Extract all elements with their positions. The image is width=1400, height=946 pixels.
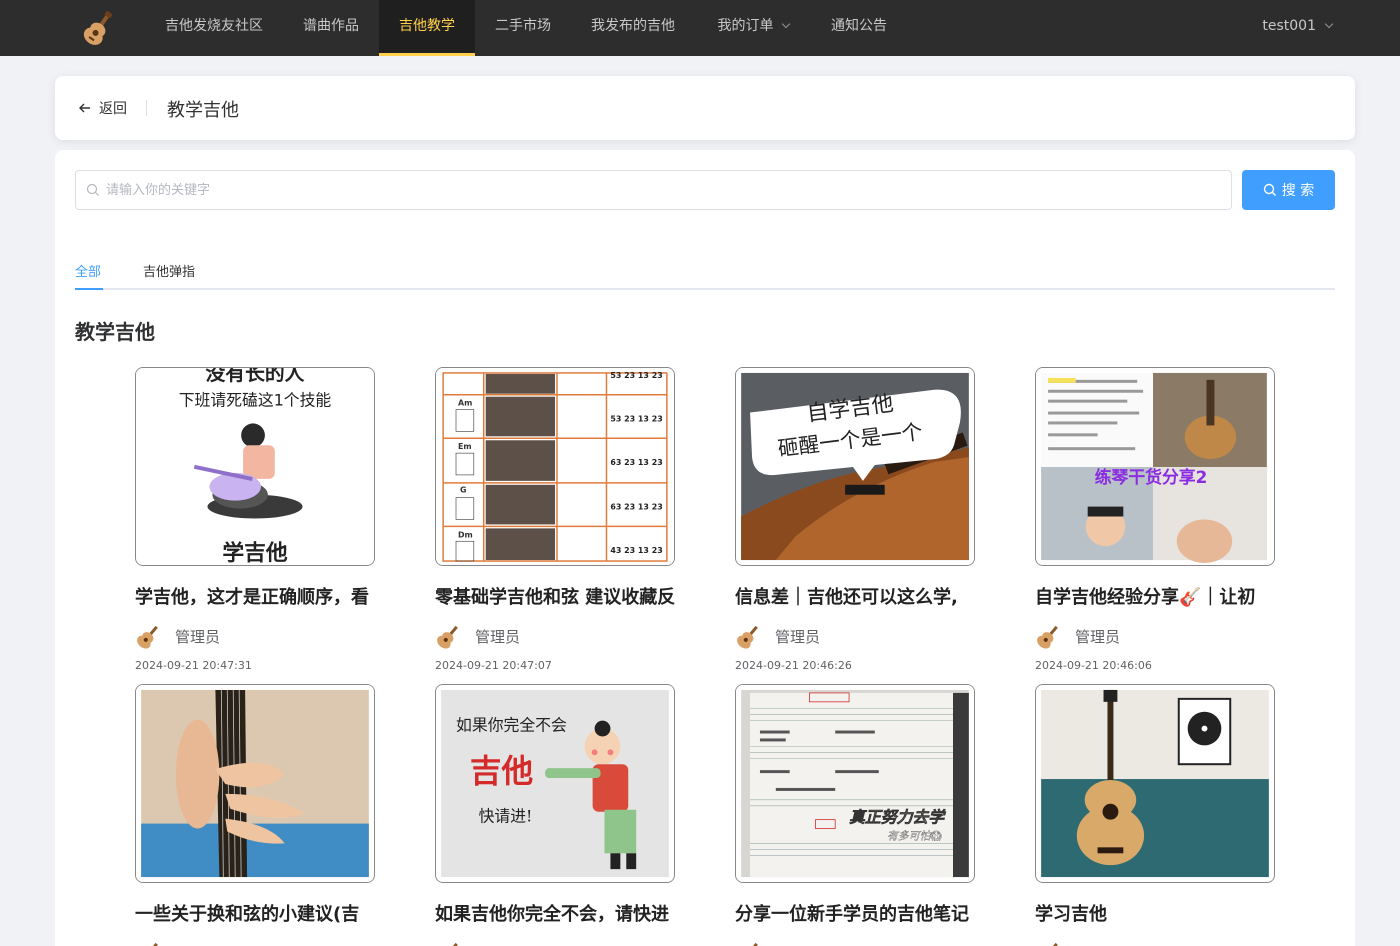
author-name: 管理员	[1075, 627, 1121, 646]
post-thumbnail[interactable]: 自学吉他 砸醒一个是一个	[735, 367, 975, 566]
chevron-down-icon	[1324, 19, 1334, 29]
post-date: 2024-09-21 20:47:07	[435, 659, 552, 672]
guitar-avatar-icon	[137, 625, 158, 649]
post-thumbnail[interactable]: 练琴干货分享2	[1035, 367, 1275, 566]
nav-item-second-hand-market[interactable]: 二手市场	[475, 0, 571, 56]
guitar-logo-icon[interactable]	[80, 9, 118, 47]
post-author	[735, 940, 775, 946]
nav-item-my-guitars[interactable]: 我发布的吉他	[571, 0, 695, 56]
search-input[interactable]	[106, 171, 1206, 209]
svg-text:吉他: 吉他	[470, 754, 534, 790]
svg-text:练琴干货分享2: 练琴干货分享2	[1095, 467, 1208, 487]
divider	[146, 100, 147, 116]
svg-text:Em: Em	[458, 442, 472, 451]
user-menu[interactable]: test001	[1262, 0, 1334, 56]
svg-text:如果你完全不会: 如果你完全不会	[456, 716, 567, 735]
svg-text:真正努力去学: 真正努力去学	[849, 808, 946, 827]
post-title[interactable]: 如果吉他你完全不会，请快进	[435, 900, 675, 926]
post-thumbnail[interactable]: 没有长的人 下班请死磕这1个技能 学吉他	[135, 367, 375, 566]
section-title: 教学吉他	[75, 320, 155, 344]
search-icon	[86, 183, 99, 196]
post-author	[135, 940, 175, 946]
nav-item-guitar-teaching[interactable]: 吉他教学	[379, 0, 475, 56]
tab-all[interactable]: 全部	[75, 261, 101, 280]
post-date: 2024-09-21 20:46:26	[735, 659, 852, 672]
post-title[interactable]: 零基础学吉他和弦 建议收藏反	[435, 583, 675, 609]
author-name: 管理员	[475, 627, 521, 646]
svg-text:63 23 13 23: 63 23 13 23	[610, 503, 662, 512]
svg-text:G: G	[460, 486, 467, 495]
guitar-avatar-icon	[447, 942, 458, 946]
post-author	[1035, 940, 1075, 946]
nav-item-my-orders[interactable]: 我的订单	[695, 0, 811, 56]
guitar-avatar-icon	[437, 625, 458, 649]
post-title[interactable]: 学习吉他	[1035, 900, 1275, 926]
post-author: 管理员	[135, 623, 220, 649]
search-button[interactable]: 搜 索	[1242, 170, 1335, 210]
post-thumbnail[interactable]	[135, 684, 375, 883]
nav-item-community[interactable]: 吉他发烧友社区	[145, 0, 283, 56]
svg-text:63 23 13 23: 63 23 13 23	[610, 458, 662, 467]
post-thumbnail[interactable]: 如果你完全不会 吉他 快请进!	[435, 684, 675, 883]
post-title[interactable]: 分享一位新手学员的吉他笔记	[735, 900, 975, 926]
svg-text:Dm: Dm	[458, 530, 473, 539]
chevron-down-icon	[781, 19, 790, 29]
svg-text:53 23 13 23: 53 23 13 23	[610, 371, 662, 380]
post-date: 2024-09-21 20:46:06	[1035, 659, 1152, 672]
post-author: 管理员	[1035, 623, 1120, 649]
top-navbar: 吉他发烧友社区 谱曲作品 吉他教学 二手市场 我发布的吉他 我的订单 通知公告 …	[0, 0, 1400, 56]
search-icon	[1263, 183, 1276, 196]
tab-guitar-fingerstyle[interactable]: 吉他弹指	[143, 261, 195, 280]
post-date: 2024-09-21 20:47:31	[135, 659, 252, 672]
post-title[interactable]: 自学吉他经验分享🎸｜让初	[1035, 583, 1275, 609]
back-label: 返回	[99, 101, 127, 117]
guitar-avatar-icon	[747, 942, 758, 946]
svg-text:没有长的人: 没有长的人	[206, 368, 305, 385]
search-button-label: 搜 索	[1281, 183, 1315, 199]
post-author: 管理员	[435, 623, 520, 649]
post-thumbnail[interactable]	[1035, 684, 1275, 883]
post-title[interactable]: 信息差｜吉他还可以这么学,	[735, 583, 975, 609]
search-field[interactable]	[75, 170, 1232, 210]
post-author: 管理员	[735, 623, 820, 649]
svg-text:53 23 13 23: 53 23 13 23	[610, 414, 662, 423]
category-tabs: 全部 吉他弹指	[75, 250, 1335, 290]
back-button[interactable]: 返回	[77, 98, 127, 118]
guitar-avatar-icon	[1047, 942, 1058, 946]
active-tab-indicator	[75, 288, 103, 290]
post-title[interactable]: 一些关于换和弦的小建议(吉	[135, 900, 375, 926]
author-name: 管理员	[175, 627, 221, 646]
guitar-avatar-icon	[737, 625, 758, 649]
guitar-avatar-icon	[147, 942, 158, 946]
svg-text:Am: Am	[458, 399, 472, 408]
svg-text:快请进!: 快请进!	[479, 807, 533, 826]
post-title[interactable]: 学吉他，这才是正确顺序，看	[135, 583, 375, 609]
svg-text:有多可怕😱: 有多可怕😱	[887, 829, 942, 842]
guitar-avatar-icon	[1037, 625, 1058, 649]
arrow-left-icon	[79, 103, 90, 113]
content-panel: 搜 索 全部 吉他弹指 教学吉他 没有长的人 下班请死磕这1个技能 学吉他 学吉…	[55, 150, 1355, 946]
svg-text:下班请死磕这1个技能: 下班请死磕这1个技能	[179, 391, 332, 410]
post-thumbnail[interactable]: Am Em G Dm 53 23 13 23 53 23 13 23 63 23…	[435, 367, 675, 566]
nav-item-notices[interactable]: 通知公告	[811, 0, 907, 56]
author-name: 管理员	[775, 627, 821, 646]
svg-text:学吉他: 学吉他	[222, 540, 288, 565]
page-title: 教学吉他	[167, 100, 239, 121]
svg-text:43 23 13 23: 43 23 13 23	[610, 546, 662, 555]
post-author	[435, 940, 475, 946]
post-thumbnail[interactable]: 真正努力去学 有多可怕😱	[735, 684, 975, 883]
nav-item-compositions[interactable]: 谱曲作品	[283, 0, 379, 56]
page-header: 返回 教学吉他	[55, 76, 1355, 140]
